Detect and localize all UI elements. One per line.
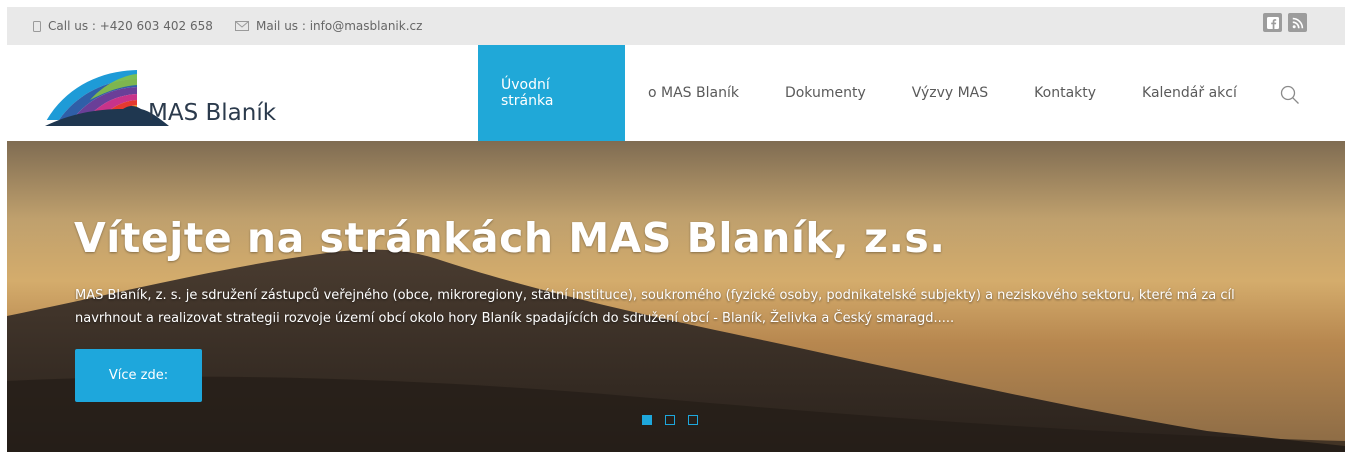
hero-slider: Vítejte na stránkách MAS Blaník, z.s. MA…: [7, 141, 1345, 452]
contact-phone: Call us : +420 603 402 658: [33, 19, 213, 33]
site-header: MAS Blaník Úvodní stránka o MAS Blaník D…: [7, 45, 1345, 141]
nav-item-calendar[interactable]: Kalendář akcí: [1119, 45, 1260, 141]
nav-item-home[interactable]: Úvodní stránka: [478, 45, 625, 141]
facebook-icon[interactable]: [1263, 13, 1282, 32]
social-links: [1263, 13, 1307, 32]
contact-phone-text: Call us : +420 603 402 658: [48, 19, 213, 33]
slider-pagination: [642, 415, 698, 425]
more-button[interactable]: Více zde:: [75, 349, 202, 402]
contact-mail-text[interactable]: Mail us : info@masblanik.cz: [256, 19, 422, 33]
rss-icon[interactable]: [1288, 13, 1307, 32]
mail-icon: [235, 21, 249, 31]
page: Call us : +420 603 402 658 Mail us : inf…: [7, 7, 1345, 452]
contact-mail[interactable]: Mail us : info@masblanik.cz: [235, 19, 422, 33]
nav-item-documents[interactable]: Dokumenty: [762, 45, 889, 141]
nav-item-about[interactable]: o MAS Blaník: [625, 45, 762, 141]
logo-text[interactable]: MAS Blaník: [148, 100, 276, 126]
search-icon[interactable]: [1280, 85, 1300, 105]
nav-item-contacts[interactable]: Kontakty: [1011, 45, 1119, 141]
slide-dot-1[interactable]: [642, 415, 652, 425]
hero-title: Vítejte na stránkách MAS Blaník, z.s.: [74, 214, 946, 262]
nav-item-calls[interactable]: Výzvy MAS: [889, 45, 1011, 141]
main-nav: Úvodní stránka o MAS Blaník Dokumenty Vý…: [478, 45, 1260, 141]
slide-dot-2[interactable]: [665, 415, 675, 425]
slide-dot-3[interactable]: [688, 415, 698, 425]
hero-description: MAS Blaník, z. s. je sdružení zástupců v…: [75, 288, 1235, 326]
top-bar: Call us : +420 603 402 658 Mail us : inf…: [7, 7, 1345, 45]
phone-icon: [33, 20, 41, 32]
